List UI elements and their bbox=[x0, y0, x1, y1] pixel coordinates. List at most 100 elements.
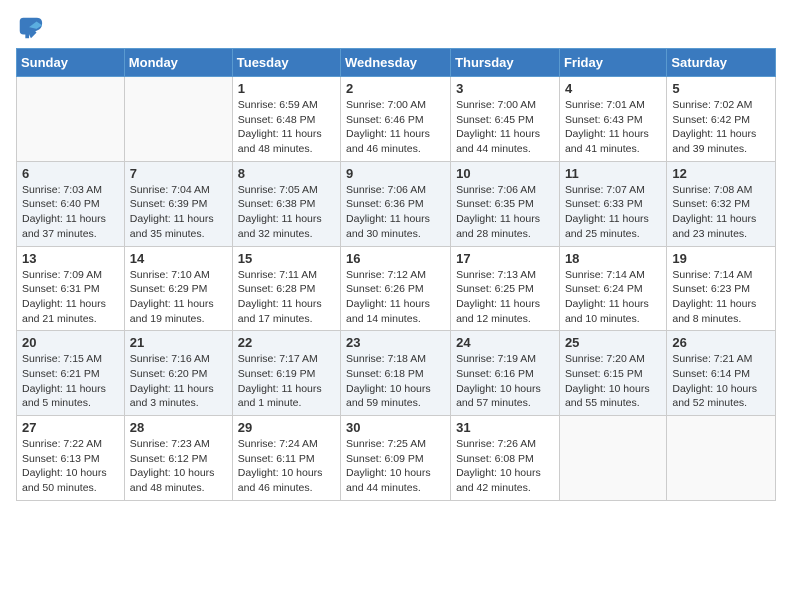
day-info: Sunrise: 7:00 AMSunset: 6:45 PMDaylight:… bbox=[456, 98, 554, 157]
weekday-header-sunday: Sunday bbox=[17, 49, 125, 77]
calendar-cell: 14 Sunrise: 7:10 AMSunset: 6:29 PMDayligh… bbox=[124, 246, 232, 331]
day-info: Sunrise: 7:21 AMSunset: 6:14 PMDaylight:… bbox=[672, 352, 770, 411]
calendar-cell: 5Sunrise: 7:02 AMSunset: 6:42 PMDaylight… bbox=[667, 77, 776, 162]
day-info: Sunrise: 7:18 AMSunset: 6:18 PMDaylight:… bbox=[346, 352, 445, 411]
day-info: Sunrise: 7:07 AMSunset: 6:33 PMDaylight:… bbox=[565, 183, 661, 242]
calendar-cell: 23Sunrise: 7:18 AMSunset: 6:18 PMDayligh… bbox=[341, 331, 451, 416]
calendar-cell: 13 Sunrise: 7:09 AMSunset: 6:31 PMDayligh… bbox=[17, 246, 125, 331]
logo bbox=[16, 14, 46, 42]
day-number: 13 bbox=[22, 251, 119, 266]
day-number: 14 bbox=[130, 251, 227, 266]
day-info: Sunrise: 7:12 AMSunset: 6:26 PMDaylight:… bbox=[346, 268, 445, 327]
day-info: Sunrise: 7:25 AMSunset: 6:09 PMDaylight:… bbox=[346, 437, 445, 496]
day-info: Sunrise: 7:11 AMSunset: 6:28 PMDaylight:… bbox=[238, 268, 335, 327]
day-number: 24 bbox=[456, 335, 554, 350]
day-info: Sunrise: 7:19 AMSunset: 6:16 PMDaylight:… bbox=[456, 352, 554, 411]
calendar-cell: 10 Sunrise: 7:06 AMSunset: 6:35 PMDayligh… bbox=[451, 161, 560, 246]
day-info: Sunrise: 7:15 AMSunset: 6:21 PMDaylight:… bbox=[22, 352, 119, 411]
day-number: 1 bbox=[238, 81, 335, 96]
day-info: Sunrise: 7:23 AMSunset: 6:12 PMDaylight:… bbox=[130, 437, 227, 496]
calendar-cell: 8 Sunrise: 7:05 AMSunset: 6:38 PMDaylight… bbox=[232, 161, 340, 246]
day-number: 3 bbox=[456, 81, 554, 96]
calendar-cell: 29 Sunrise: 7:24 AMSunset: 6:11 PMDayligh… bbox=[232, 416, 340, 501]
header bbox=[16, 10, 776, 42]
calendar-cell: 16 Sunrise: 7:12 AMSunset: 6:26 PMDayligh… bbox=[341, 246, 451, 331]
calendar-cell: 27 Sunrise: 7:22 AMSunset: 6:13 PMDayligh… bbox=[17, 416, 125, 501]
day-number: 29 bbox=[238, 420, 335, 435]
calendar-cell: 11Sunrise: 7:07 AMSunset: 6:33 PMDayligh… bbox=[559, 161, 666, 246]
calendar-cell: 6 Sunrise: 7:03 AMSunset: 6:40 PMDaylight… bbox=[17, 161, 125, 246]
week-row-3: 13 Sunrise: 7:09 AMSunset: 6:31 PMDayligh… bbox=[17, 246, 776, 331]
calendar-cell bbox=[559, 416, 666, 501]
logo-icon bbox=[16, 14, 44, 42]
calendar-table: SundayMondayTuesdayWednesdayThursdayFrid… bbox=[16, 48, 776, 501]
weekday-header-saturday: Saturday bbox=[667, 49, 776, 77]
calendar-cell: 22 Sunrise: 7:17 AMSunset: 6:19 PMDayligh… bbox=[232, 331, 340, 416]
day-number: 22 bbox=[238, 335, 335, 350]
week-row-4: 20 Sunrise: 7:15 AMSunset: 6:21 PMDayligh… bbox=[17, 331, 776, 416]
week-row-2: 6 Sunrise: 7:03 AMSunset: 6:40 PMDaylight… bbox=[17, 161, 776, 246]
calendar-cell: 4 Sunrise: 7:01 AMSunset: 6:43 PMDaylight… bbox=[559, 77, 666, 162]
day-number: 12 bbox=[672, 166, 770, 181]
day-number: 2 bbox=[346, 81, 445, 96]
day-info: Sunrise: 7:16 AMSunset: 6:20 PMDaylight:… bbox=[130, 352, 227, 411]
calendar-cell bbox=[124, 77, 232, 162]
day-info: Sunrise: 7:20 AMSunset: 6:15 PMDaylight:… bbox=[565, 352, 661, 411]
day-number: 15 bbox=[238, 251, 335, 266]
day-number: 10 bbox=[456, 166, 554, 181]
calendar-cell: 17 Sunrise: 7:13 AMSunset: 6:25 PMDayligh… bbox=[451, 246, 560, 331]
day-number: 4 bbox=[565, 81, 661, 96]
day-number: 28 bbox=[130, 420, 227, 435]
day-number: 9 bbox=[346, 166, 445, 181]
day-info: Sunrise: 7:04 AMSunset: 6:39 PMDaylight:… bbox=[130, 183, 227, 242]
day-info: Sunrise: 7:09 AMSunset: 6:31 PMDaylight:… bbox=[22, 268, 119, 327]
day-info: Sunrise: 7:05 AMSunset: 6:38 PMDaylight:… bbox=[238, 183, 335, 242]
week-row-5: 27 Sunrise: 7:22 AMSunset: 6:13 PMDayligh… bbox=[17, 416, 776, 501]
day-info: Sunrise: 7:01 AMSunset: 6:43 PMDaylight:… bbox=[565, 98, 661, 157]
calendar-cell: 12 Sunrise: 7:08 AMSunset: 6:32 PMDayligh… bbox=[667, 161, 776, 246]
day-number: 16 bbox=[346, 251, 445, 266]
calendar-cell: 25 Sunrise: 7:20 AMSunset: 6:15 PMDayligh… bbox=[559, 331, 666, 416]
day-info: Sunrise: 6:59 AMSunset: 6:48 PMDaylight:… bbox=[238, 98, 335, 157]
day-info: Sunrise: 7:10 AMSunset: 6:29 PMDaylight:… bbox=[130, 268, 227, 327]
calendar-cell bbox=[667, 416, 776, 501]
calendar-cell: 19Sunrise: 7:14 AMSunset: 6:23 PMDayligh… bbox=[667, 246, 776, 331]
day-info: Sunrise: 7:13 AMSunset: 6:25 PMDaylight:… bbox=[456, 268, 554, 327]
day-number: 7 bbox=[130, 166, 227, 181]
calendar-cell: 7 Sunrise: 7:04 AMSunset: 6:39 PMDaylight… bbox=[124, 161, 232, 246]
weekday-header-monday: Monday bbox=[124, 49, 232, 77]
page: SundayMondayTuesdayWednesdayThursdayFrid… bbox=[0, 0, 792, 517]
day-number: 21 bbox=[130, 335, 227, 350]
day-info: Sunrise: 7:24 AMSunset: 6:11 PMDaylight:… bbox=[238, 437, 335, 496]
calendar-cell: 24 Sunrise: 7:19 AMSunset: 6:16 PMDayligh… bbox=[451, 331, 560, 416]
day-info: Sunrise: 7:26 AMSunset: 6:08 PMDaylight:… bbox=[456, 437, 554, 496]
weekday-header-thursday: Thursday bbox=[451, 49, 560, 77]
day-info: Sunrise: 7:06 AMSunset: 6:35 PMDaylight:… bbox=[456, 183, 554, 242]
calendar-cell: 9 Sunrise: 7:06 AMSunset: 6:36 PMDaylight… bbox=[341, 161, 451, 246]
day-info: Sunrise: 7:22 AMSunset: 6:13 PMDaylight:… bbox=[22, 437, 119, 496]
day-info: Sunrise: 7:08 AMSunset: 6:32 PMDaylight:… bbox=[672, 183, 770, 242]
day-info: Sunrise: 7:00 AMSunset: 6:46 PMDaylight:… bbox=[346, 98, 445, 157]
day-number: 17 bbox=[456, 251, 554, 266]
day-number: 6 bbox=[22, 166, 119, 181]
day-info: Sunrise: 7:17 AMSunset: 6:19 PMDaylight:… bbox=[238, 352, 335, 411]
calendar-cell: 20 Sunrise: 7:15 AMSunset: 6:21 PMDayligh… bbox=[17, 331, 125, 416]
day-info: Sunrise: 7:14 AMSunset: 6:23 PMDaylight:… bbox=[672, 268, 770, 327]
day-info: Sunrise: 7:14 AMSunset: 6:24 PMDaylight:… bbox=[565, 268, 661, 327]
day-number: 20 bbox=[22, 335, 119, 350]
day-number: 27 bbox=[22, 420, 119, 435]
calendar-cell: 28 Sunrise: 7:23 AMSunset: 6:12 PMDayligh… bbox=[124, 416, 232, 501]
calendar-cell: 2 Sunrise: 7:00 AMSunset: 6:46 PMDaylight… bbox=[341, 77, 451, 162]
calendar-cell: 1 Sunrise: 6:59 AMSunset: 6:48 PMDaylight… bbox=[232, 77, 340, 162]
day-number: 25 bbox=[565, 335, 661, 350]
calendar-cell: 3 Sunrise: 7:00 AMSunset: 6:45 PMDaylight… bbox=[451, 77, 560, 162]
day-number: 8 bbox=[238, 166, 335, 181]
calendar-cell: 15 Sunrise: 7:11 AMSunset: 6:28 PMDayligh… bbox=[232, 246, 340, 331]
calendar-cell: 18 Sunrise: 7:14 AMSunset: 6:24 PMDayligh… bbox=[559, 246, 666, 331]
day-number: 26 bbox=[672, 335, 770, 350]
calendar-cell: 30Sunrise: 7:25 AMSunset: 6:09 PMDayligh… bbox=[341, 416, 451, 501]
weekday-header-friday: Friday bbox=[559, 49, 666, 77]
day-info: Sunrise: 7:03 AMSunset: 6:40 PMDaylight:… bbox=[22, 183, 119, 242]
day-info: Sunrise: 7:06 AMSunset: 6:36 PMDaylight:… bbox=[346, 183, 445, 242]
day-number: 18 bbox=[565, 251, 661, 266]
